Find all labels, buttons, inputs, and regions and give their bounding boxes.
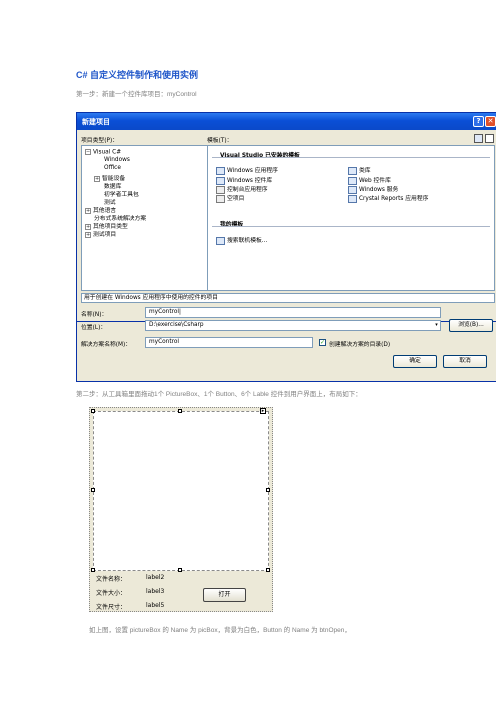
browse-button[interactable]: 浏览(B)...: [449, 319, 493, 332]
resize-handle[interactable]: [91, 488, 95, 492]
empty-project-icon: [216, 194, 225, 203]
tree-item-office[interactable]: Office: [104, 165, 121, 171]
location-label: 位置(L)：: [81, 325, 107, 331]
smart-tag-icon[interactable]: ▸: [260, 408, 266, 414]
step1-text: 第一步：新建一个控件库项目：myControl: [76, 91, 197, 98]
cancel-button[interactable]: 取消: [443, 355, 487, 368]
file-name-caption[interactable]: 文件名称：: [96, 574, 126, 583]
template-windows-app[interactable]: Windows 应用程序: [216, 165, 278, 175]
create-dir-label: 创建解决方案的目录(D): [329, 342, 391, 348]
resize-handle[interactable]: [266, 568, 270, 572]
name-field[interactable]: myControl|: [145, 307, 441, 318]
picture-box[interactable]: [93, 411, 269, 571]
file-dimension-value[interactable]: label5: [146, 602, 164, 609]
template-empty-project[interactable]: 空项目: [216, 193, 244, 203]
large-icons-view-icon[interactable]: [474, 134, 483, 143]
dialog-title: 新建项目: [82, 118, 110, 126]
template-class-library[interactable]: 类库: [348, 165, 371, 175]
expand-icon[interactable]: +: [94, 175, 100, 182]
tree-item-visual-csharp[interactable]: − Visual C#: [85, 149, 121, 156]
name-label: 名称(N)：: [81, 312, 108, 318]
search-online-icon: [216, 236, 225, 245]
templates-list: Visual Studio 已安装的模板 Windows 应用程序 Window…: [207, 145, 495, 291]
resize-handle[interactable]: [266, 488, 270, 492]
template-crystal-reports[interactable]: Crystal Reports 应用程序: [348, 193, 428, 203]
close-icon[interactable]: ✕: [485, 116, 496, 127]
resize-handle[interactable]: [178, 568, 182, 572]
file-dimension-caption[interactable]: 文件尺寸：: [96, 602, 126, 611]
expand-icon[interactable]: +: [85, 231, 91, 238]
file-name-value[interactable]: label2: [146, 574, 164, 581]
divider: [212, 157, 490, 158]
open-button[interactable]: 打开: [203, 588, 246, 602]
step3-text: 如上图，设置 pictureBox 的 Name 为 picBox，背景为白色，…: [89, 627, 351, 634]
windows-app-icon: [216, 166, 225, 175]
solution-name-label: 解决方案名称(M)：: [81, 342, 132, 348]
template-description: 用于创建在 Windows 应用程序中使用的控件的项目: [81, 293, 495, 303]
user-control-designer: ▸ 文件名称： label2 文件大小： label3 文件尺寸： label5…: [89, 407, 273, 612]
class-library-icon: [348, 166, 357, 175]
resize-handle[interactable]: [91, 409, 95, 413]
project-types-tree: − Visual C# Windows Office + 智能设备 数据库 初学者工…: [81, 145, 208, 291]
location-field[interactable]: D:\exercise\Csharp: [145, 320, 441, 331]
resize-handle[interactable]: [91, 568, 95, 572]
divider: [212, 226, 490, 227]
file-size-caption[interactable]: 文件大小：: [96, 588, 126, 597]
ok-button[interactable]: 确定: [393, 355, 437, 368]
small-icons-view-icon[interactable]: [485, 134, 494, 143]
solution-name-field[interactable]: myControl: [145, 337, 313, 348]
step2-text: 第二步：从工具箱里面拖动1个 PictureBox、1个 Button、6个 L…: [76, 391, 362, 398]
create-dir-checkbox[interactable]: ✓: [319, 339, 326, 346]
tree-item-test-projects[interactable]: + 测试项目: [85, 229, 116, 238]
dialog-titlebar: 新建项目 ? ✕: [77, 113, 496, 130]
expand-icon[interactable]: +: [85, 207, 91, 214]
collapse-icon[interactable]: −: [85, 149, 91, 155]
templates-label: 模板(T)：: [207, 138, 233, 144]
tree-item-windows[interactable]: Windows: [104, 157, 130, 163]
help-icon[interactable]: ?: [473, 116, 484, 127]
new-project-dialog: 新建项目 ? ✕ 项目类型(P)： 模板(T)： − Visual C# Wind…: [76, 112, 496, 322]
dialog-bottom-panel: 位置(L)： D:\exercise\Csharp ▾ 浏览(B)... 解决方…: [76, 319, 496, 382]
doc-title: C# 自定义控件制作和使用实例: [76, 70, 199, 80]
crystal-reports-icon: [348, 194, 357, 203]
dropdown-arrow-icon[interactable]: ▾: [433, 321, 440, 330]
template-search-online[interactable]: 搜索联机模板...: [216, 235, 267, 245]
resize-handle[interactable]: [178, 409, 182, 413]
file-size-value[interactable]: label3: [146, 588, 164, 595]
project-types-label: 项目类型(P)：: [81, 138, 119, 144]
